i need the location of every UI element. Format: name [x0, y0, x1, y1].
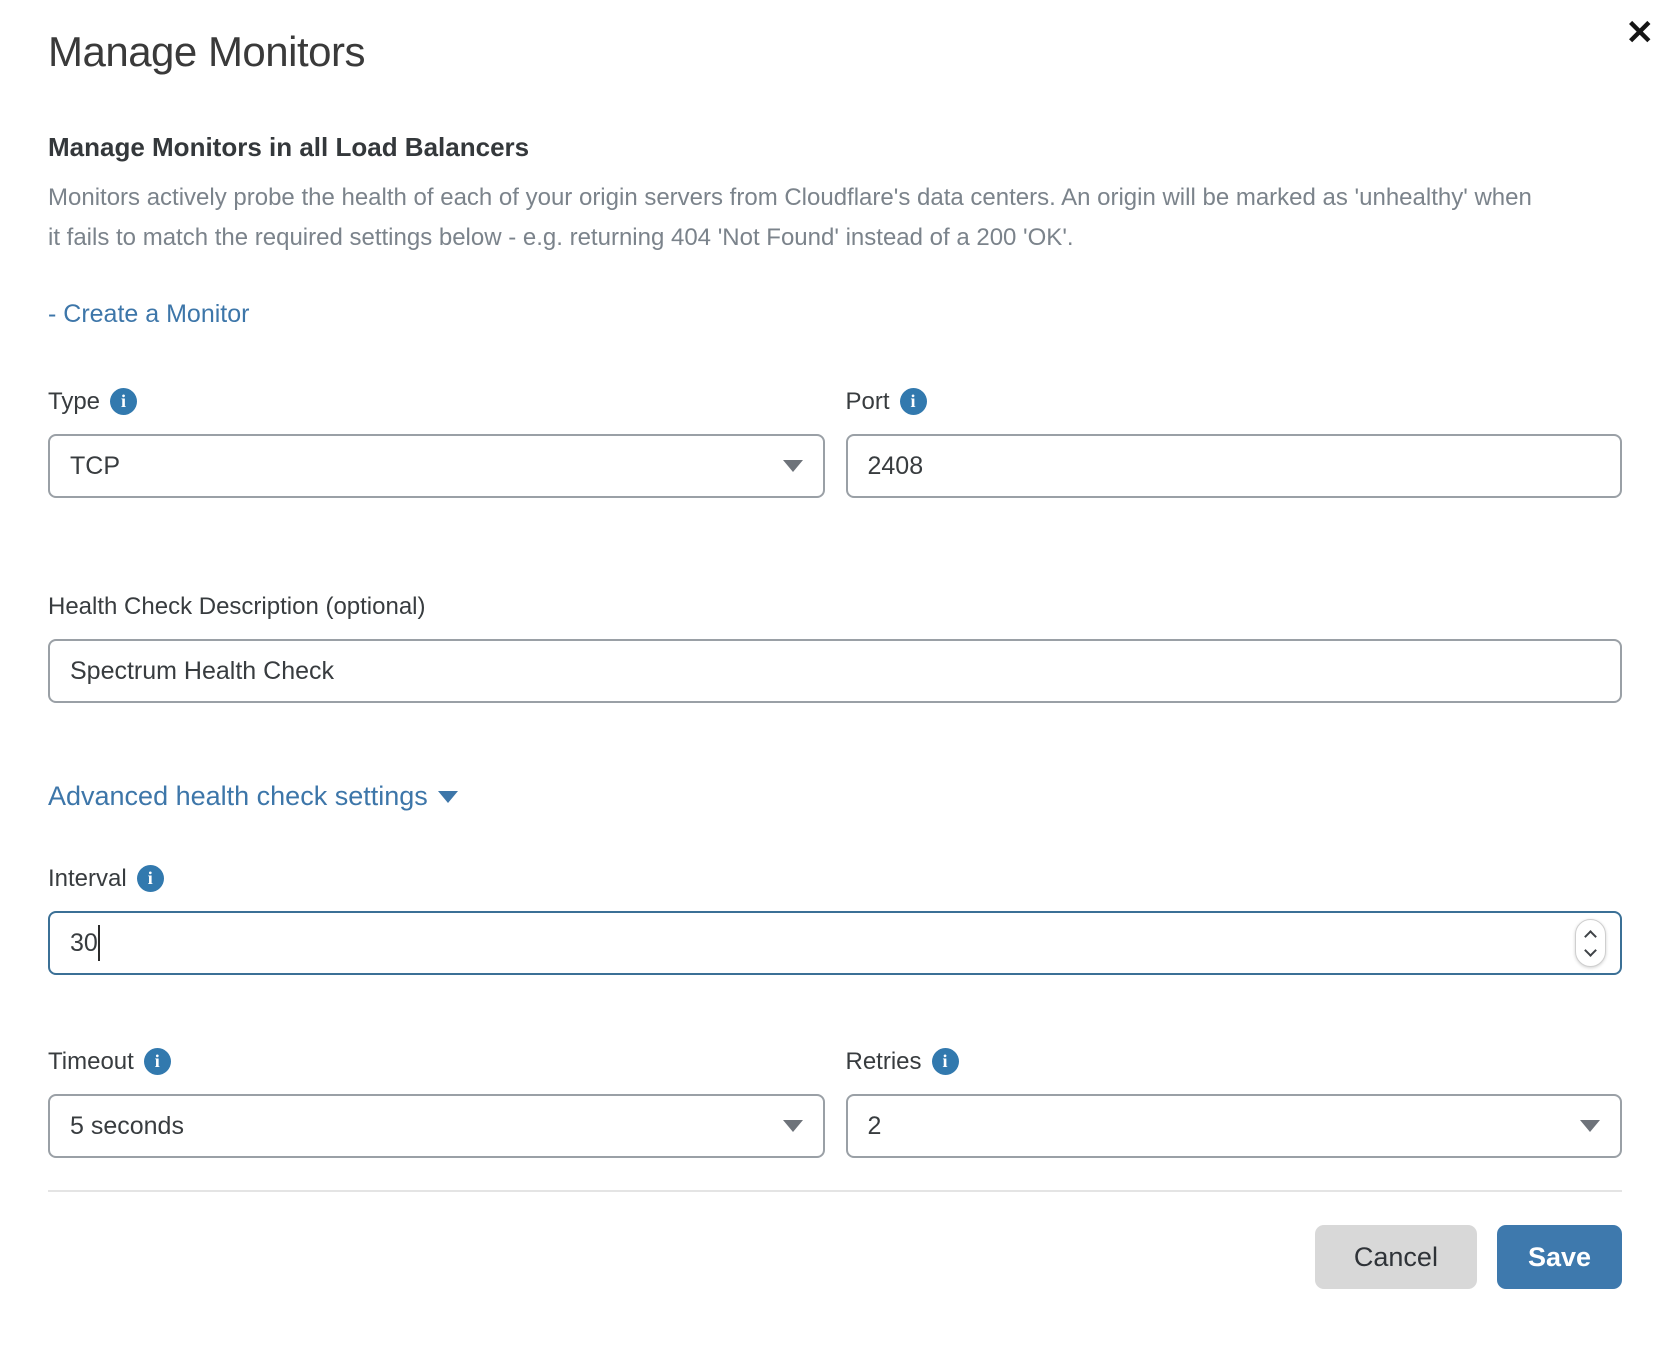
page-title: Manage Monitors — [48, 28, 1622, 76]
port-input[interactable] — [846, 434, 1623, 498]
text-cursor — [98, 925, 100, 961]
chevron-up-icon[interactable] — [1584, 930, 1597, 943]
interval-input-wrap — [48, 911, 1622, 975]
info-icon[interactable]: i — [144, 1048, 171, 1075]
interval-field: Interval i — [48, 862, 1622, 975]
chevron-down-icon — [783, 460, 803, 472]
type-select-value: TCP — [70, 452, 120, 481]
retries-select-value: 2 — [868, 1112, 882, 1141]
retries-label-row: Retries i — [846, 1045, 1623, 1078]
chevron-down-icon — [1580, 1120, 1600, 1132]
description-label-row: Health Check Description (optional) — [48, 590, 1622, 623]
modal-footer: Cancel Save — [48, 1225, 1622, 1289]
timeout-select-value: 5 seconds — [70, 1112, 184, 1141]
type-select[interactable]: TCP — [48, 434, 825, 498]
type-port-row: Type i TCP Port i — [48, 385, 1622, 498]
info-icon[interactable]: i — [900, 388, 927, 415]
intro-description: Monitors actively probe the health of ea… — [48, 178, 1550, 258]
retries-field: Retries i 2 — [846, 1045, 1623, 1158]
chevron-down-icon[interactable] — [1584, 944, 1597, 957]
create-monitor-link[interactable]: - Create a Monitor — [48, 300, 249, 329]
interval-input[interactable] — [48, 911, 1622, 975]
interval-label-row: Interval i — [48, 862, 1622, 895]
type-label: Type — [48, 388, 100, 416]
timeout-field: Timeout i 5 seconds — [48, 1045, 825, 1158]
save-button[interactable]: Save — [1497, 1225, 1622, 1289]
cancel-button[interactable]: Cancel — [1315, 1225, 1477, 1289]
advanced-settings-label: Advanced health check settings — [48, 781, 428, 812]
port-label: Port — [846, 388, 890, 416]
close-icon[interactable]: ✕ — [1620, 10, 1661, 56]
type-field: Type i TCP — [48, 385, 825, 498]
info-icon[interactable]: i — [932, 1048, 959, 1075]
info-icon[interactable]: i — [110, 388, 137, 415]
section-heading: Manage Monitors in all Load Balancers — [48, 132, 1622, 163]
info-icon[interactable]: i — [137, 865, 164, 892]
timeout-select[interactable]: 5 seconds — [48, 1094, 825, 1158]
retries-label: Retries — [846, 1048, 922, 1076]
description-label: Health Check Description (optional) — [48, 593, 426, 621]
timeout-label: Timeout — [48, 1048, 134, 1076]
type-label-row: Type i — [48, 385, 825, 418]
port-field: Port i — [846, 385, 1623, 498]
manage-monitors-modal: ✕ Manage Monitors Manage Monitors in all… — [0, 0, 1670, 1356]
timeout-retries-row: Timeout i 5 seconds Retries i 2 — [48, 1045, 1622, 1158]
port-label-row: Port i — [846, 385, 1623, 418]
chevron-down-icon — [783, 1120, 803, 1132]
advanced-settings-link[interactable]: Advanced health check settings — [48, 781, 458, 812]
footer-divider — [48, 1190, 1622, 1192]
interval-label: Interval — [48, 865, 127, 893]
description-input[interactable] — [48, 639, 1622, 703]
chevron-down-icon — [438, 791, 458, 803]
timeout-label-row: Timeout i — [48, 1045, 825, 1078]
number-stepper[interactable] — [1575, 919, 1606, 967]
description-field: Health Check Description (optional) — [48, 590, 1622, 703]
retries-select[interactable]: 2 — [846, 1094, 1623, 1158]
